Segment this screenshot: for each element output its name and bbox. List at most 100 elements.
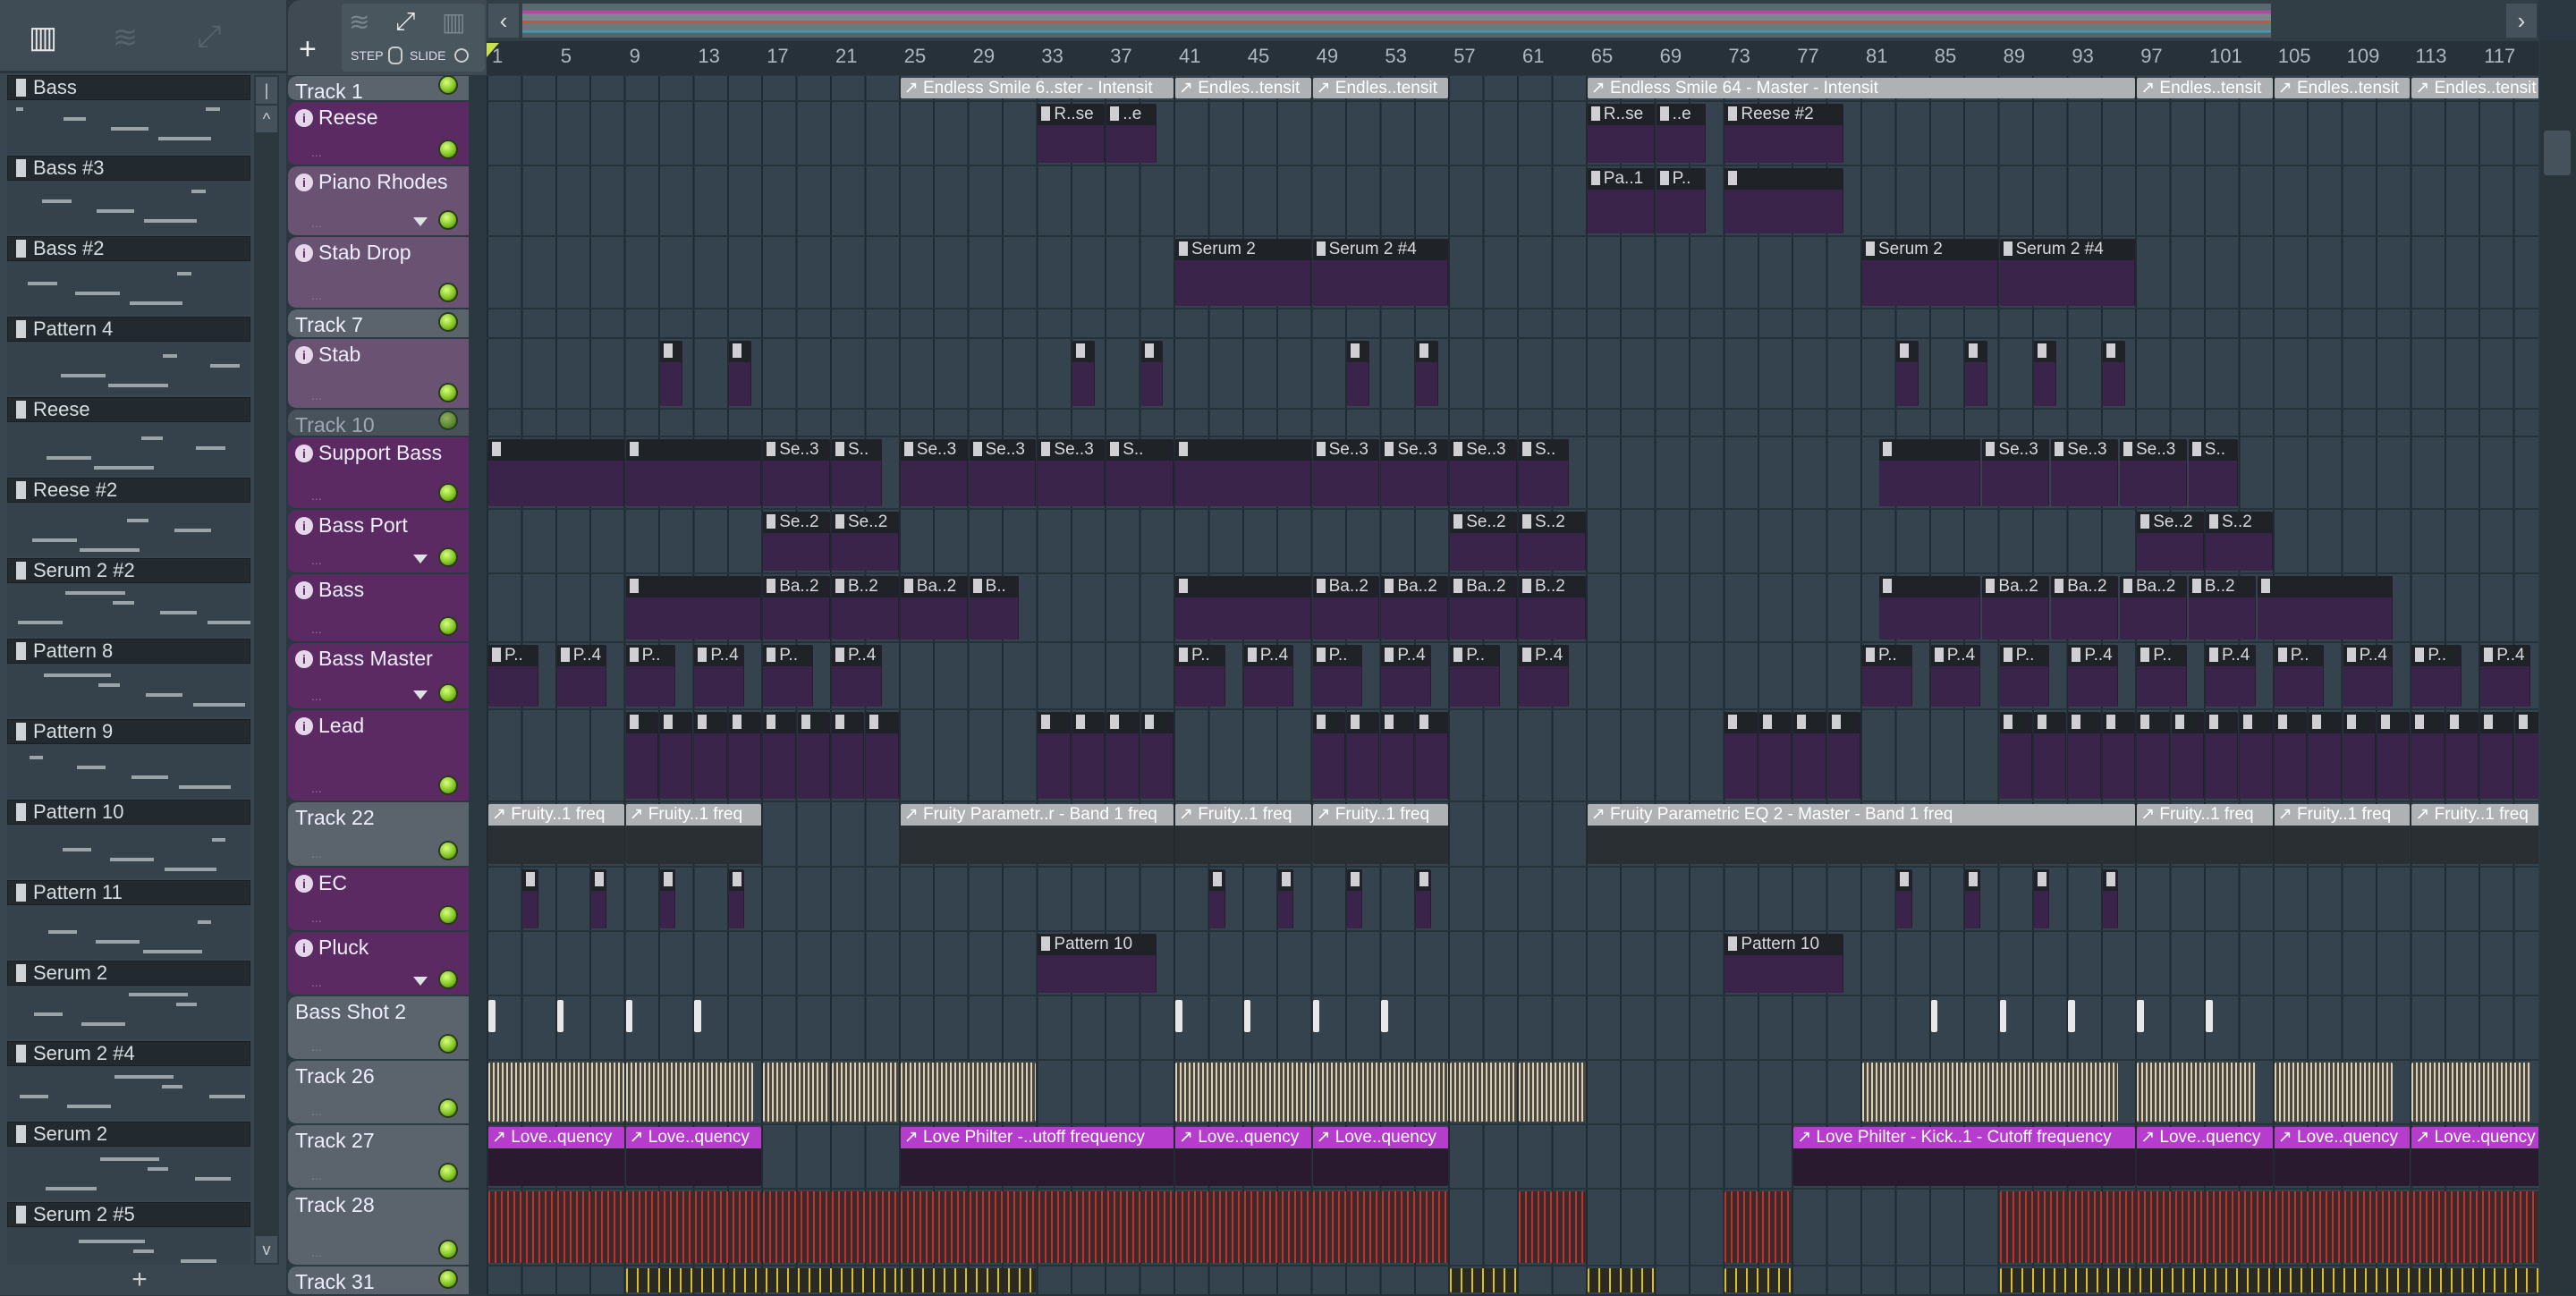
pattern-clip[interactable] xyxy=(866,712,899,799)
audio-clip[interactable] xyxy=(1175,1063,1311,1122)
pattern-clip[interactable] xyxy=(1106,712,1140,799)
pattern-clip[interactable]: B..2 xyxy=(1519,576,1586,640)
pattern-list-item[interactable]: Pattern 11 xyxy=(7,880,250,961)
track-header[interactable]: Track 7 xyxy=(288,309,469,339)
audio-clip[interactable] xyxy=(2274,1063,2394,1122)
audio-clip[interactable] xyxy=(1519,1063,1586,1122)
track-header[interactable]: i Bass... xyxy=(288,574,469,643)
pattern-clip[interactable]: Pattern 10 xyxy=(1724,934,1843,993)
audio-clip[interactable] xyxy=(1519,1191,1586,1263)
instrument-info-icon[interactable]: i xyxy=(295,243,313,262)
pattern-clip[interactable] xyxy=(2514,712,2538,799)
track-row[interactable]: Ba..2 B..2 Ba..2 B.. Ba..2 Ba..2 Ba..2 B..2 Ba..… xyxy=(487,574,2538,643)
pattern-clip[interactable]: P.. xyxy=(1312,645,1363,707)
pattern-item-header[interactable]: Pattern 8 xyxy=(7,639,250,664)
pattern-clip[interactable] xyxy=(2445,712,2479,799)
pattern-clip[interactable]: S.. xyxy=(832,439,882,506)
pattern-clip[interactable]: P.. xyxy=(1862,645,1912,707)
track-row[interactable]: Pa..1 P.. xyxy=(487,166,2538,237)
pattern-clip[interactable] xyxy=(1072,341,1095,406)
instrument-info-icon[interactable]: i xyxy=(295,874,313,893)
pattern-list-item[interactable]: Reese #2 xyxy=(7,478,250,558)
pattern-list-item[interactable]: Serum 2 xyxy=(7,961,250,1041)
pattern-clip[interactable] xyxy=(728,712,762,799)
scroll-right-button[interactable]: › xyxy=(2506,4,2537,38)
pattern-clip[interactable]: S.. xyxy=(2188,439,2239,506)
add-track-button[interactable]: + xyxy=(299,32,317,67)
sample-clip[interactable] xyxy=(625,1000,633,1032)
audio-clip[interactable] xyxy=(2411,1063,2530,1122)
step-toggle[interactable] xyxy=(388,47,402,64)
pattern-clip[interactable]: Se..3 xyxy=(1982,439,2050,506)
pattern-item-header[interactable]: Pattern 10 xyxy=(7,800,250,825)
pattern-clip[interactable]: P.. xyxy=(2274,645,2325,707)
automation-clip[interactable]: Fruity..1 freq xyxy=(2274,804,2411,864)
track-row[interactable] xyxy=(487,868,2538,932)
instrument-info-icon[interactable]: i xyxy=(295,173,313,191)
pattern-clip[interactable] xyxy=(797,712,830,799)
pattern-clip[interactable] xyxy=(1999,712,2032,799)
pattern-clip[interactable] xyxy=(2034,869,2050,928)
pattern-clip[interactable] xyxy=(1209,869,1225,928)
pattern-clip[interactable]: Se..3 xyxy=(900,439,968,506)
pattern-clip[interactable] xyxy=(1415,712,1449,799)
track-row[interactable] xyxy=(487,339,2538,410)
pattern-clip[interactable] xyxy=(2257,576,2394,640)
pattern-clip[interactable]: Serum 2 xyxy=(1175,239,1311,306)
track-mute-led[interactable] xyxy=(438,905,458,925)
scroll-handle[interactable]: | xyxy=(256,77,277,104)
pattern-clip[interactable]: Serum 2 #4 xyxy=(1999,239,2136,306)
track-dropdown-icon[interactable] xyxy=(413,217,428,226)
track-row[interactable] xyxy=(487,996,2538,1061)
automation-clip[interactable]: Fruity..1 freq xyxy=(488,804,624,864)
track-row[interactable] xyxy=(487,410,2538,437)
audio-clip[interactable] xyxy=(1999,1268,2538,1292)
pattern-list-item[interactable]: Pattern 10 xyxy=(7,800,250,880)
track-mute-led[interactable] xyxy=(438,616,458,636)
pattern-clip[interactable] xyxy=(1072,712,1106,799)
pattern-list-item[interactable]: Bass xyxy=(7,75,250,156)
automation-clip[interactable]: Love..quency xyxy=(2137,1127,2273,1186)
pattern-clip[interactable]: B..2 xyxy=(2188,576,2256,640)
audio-clip[interactable] xyxy=(1724,1268,1792,1292)
pattern-clip[interactable] xyxy=(660,341,682,406)
audio-clip[interactable] xyxy=(625,1268,899,1292)
scroll-left-button[interactable]: ‹ xyxy=(488,4,519,38)
pattern-clip[interactable]: Se..3 xyxy=(763,439,830,506)
automation-clip[interactable]: Endles..tensit xyxy=(1312,78,1449,98)
pattern-list-item[interactable]: Reese xyxy=(7,397,250,478)
scroll-up-button[interactable]: ^ xyxy=(256,106,277,132)
track-options-icon[interactable]: ... xyxy=(311,145,322,159)
track-row[interactable] xyxy=(487,1061,2538,1125)
track-header[interactable]: Track 26... xyxy=(288,1061,469,1125)
pattern-clip[interactable]: P.. xyxy=(2411,645,2462,707)
pattern-clip[interactable] xyxy=(660,712,693,799)
instrument-info-icon[interactable]: i xyxy=(295,716,313,735)
pattern-clip[interactable]: P..4 xyxy=(1930,645,1981,707)
track-options-icon[interactable]: ... xyxy=(311,1104,322,1118)
sample-clip[interactable] xyxy=(1312,1000,1320,1032)
automation-clip[interactable]: Love Philter - Kick..1 - Cutoff frequenc… xyxy=(1793,1127,2136,1186)
pattern-clip[interactable]: B..2 xyxy=(832,576,899,640)
pattern-list-item[interactable]: Bass #3 xyxy=(7,156,250,236)
track-row[interactable]: Serum 2 Serum 2 #4 Serum 2 Serum 2 #4 xyxy=(487,237,2538,309)
pattern-clip[interactable]: P..4 xyxy=(2480,645,2530,707)
pattern-clip[interactable]: P.. xyxy=(1450,645,1500,707)
pattern-clip[interactable] xyxy=(1347,712,1380,799)
pattern-clip[interactable] xyxy=(1724,712,1758,799)
pattern-item-header[interactable]: Serum 2 xyxy=(7,1122,250,1147)
track-options-icon[interactable]: ... xyxy=(311,975,322,989)
pattern-clip[interactable] xyxy=(1415,341,1438,406)
audio-clip[interactable] xyxy=(488,1191,762,1263)
pattern-clip[interactable] xyxy=(2377,712,2411,799)
track-dropdown-icon[interactable] xyxy=(413,555,428,563)
sample-clip[interactable] xyxy=(1930,1000,1938,1032)
pattern-clip[interactable]: Ba..2 xyxy=(1312,576,1380,640)
track-options-icon[interactable]: ... xyxy=(311,689,322,703)
track-header[interactable]: i Stab... xyxy=(288,339,469,410)
pattern-list-scrollbar[interactable]: | ^ v xyxy=(254,75,279,1265)
audio-clip[interactable] xyxy=(488,1063,624,1122)
pattern-clip[interactable] xyxy=(1724,168,1843,233)
pattern-clip[interactable]: Ba..2 xyxy=(1450,576,1517,640)
audio-clip[interactable] xyxy=(900,1268,1037,1292)
